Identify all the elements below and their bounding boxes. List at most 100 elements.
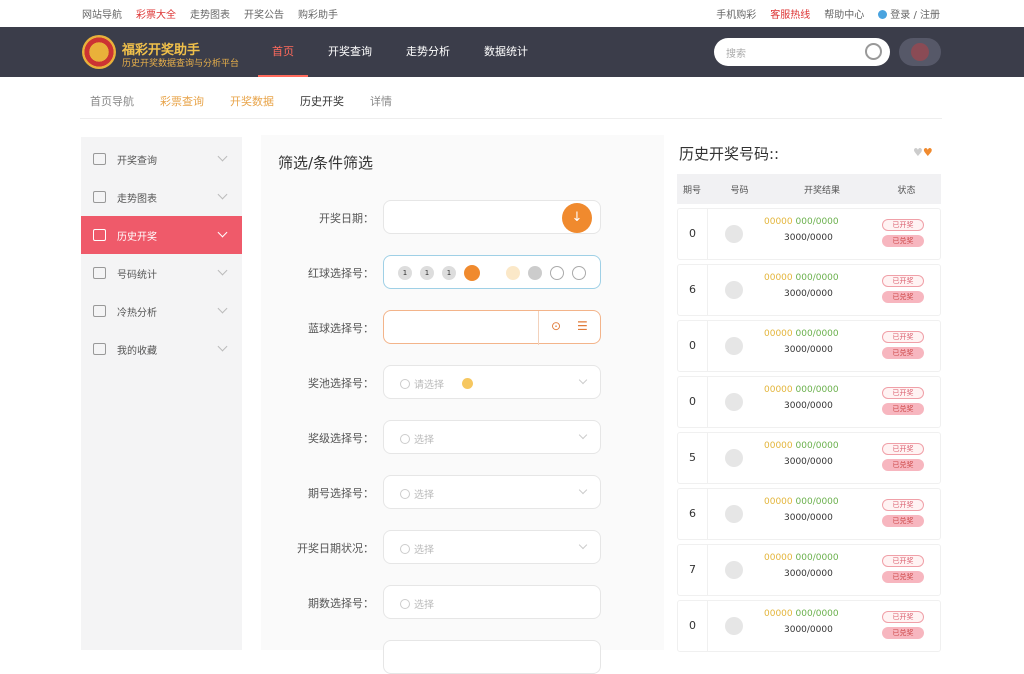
- favorite-icons[interactable]: ♥♥: [913, 146, 933, 159]
- ball-option[interactable]: [572, 266, 586, 280]
- radio-icon: [400, 379, 410, 389]
- status-dot: [462, 378, 473, 389]
- row-numbers: 00000 000/0000: [764, 329, 839, 339]
- issue-select[interactable]: 选择: [383, 475, 601, 509]
- chevron-down-icon: [217, 227, 228, 238]
- status-badge: 已兑奖: [882, 347, 924, 359]
- field-label: 期号选择号：: [308, 487, 374, 500]
- ball-option[interactable]: [550, 266, 564, 280]
- sidebar-item-2[interactable]: 历史开奖: [81, 216, 242, 254]
- column-header: 号码: [730, 185, 749, 196]
- topbar-link-4[interactable]: 购彩助手: [298, 6, 338, 21]
- topbar-right-2[interactable]: 帮助中心: [824, 6, 864, 21]
- table-row[interactable]: 6 00000 000/0000 3000/0000 已开奖 已兑奖: [677, 264, 941, 316]
- field-label: 开奖日期状况：: [297, 542, 374, 555]
- status-select[interactable]: 选择: [383, 530, 601, 564]
- level-select[interactable]: 选择: [383, 420, 601, 454]
- sidebar-item-3[interactable]: 号码统计: [81, 254, 242, 292]
- status-badge: 已兑奖: [882, 459, 924, 471]
- ball-option-selected[interactable]: [464, 265, 480, 281]
- table-row[interactable]: 0 00000 000/0000 3000/0000 已开奖 已兑奖: [677, 208, 941, 260]
- ball-option[interactable]: 1: [398, 266, 412, 280]
- calendar-icon[interactable]: ↓: [562, 203, 592, 233]
- sidebar-item-label: 号码统计: [117, 269, 157, 281]
- pool-select[interactable]: 请选择: [383, 365, 601, 399]
- row-result: 3000/0000: [784, 513, 833, 523]
- breadcrumb-item-3[interactable]: 历史开奖: [300, 93, 344, 109]
- table-row[interactable]: 0 00000 000/0000 3000/0000 已开奖 已兑奖: [677, 376, 941, 428]
- table-row[interactable]: 5 00000 000/0000 3000/0000 已开奖 已兑奖: [677, 432, 941, 484]
- radio-icon: [400, 434, 410, 444]
- search-icon[interactable]: [865, 43, 882, 60]
- sidebar-item-5[interactable]: 我的收藏: [81, 330, 242, 368]
- list-icon: [93, 191, 106, 203]
- history-table: 期号 号码 开奖结果 状态 0 00000 000/0000 3000/0000 已开…: [677, 174, 941, 652]
- ball-option[interactable]: 1: [442, 266, 456, 280]
- table-row[interactable]: 0 00000 000/0000 3000/0000 已开奖 已兑奖: [677, 600, 941, 652]
- topbar-link-0[interactable]: 网站导航: [82, 6, 122, 21]
- field-row-pool: 奖池选择号： 请选择: [261, 365, 664, 399]
- table-row[interactable]: 0 00000 000/0000 3000/0000 已开奖 已兑奖: [677, 320, 941, 372]
- brand-logo[interactable]: [82, 35, 116, 69]
- folder-icon: [93, 343, 106, 355]
- row-result: 3000/0000: [784, 233, 833, 243]
- main-nav: 首页 开奖查询 走势分析 数据统计: [258, 27, 548, 77]
- login-link[interactable]: 登录 / 注册: [890, 10, 940, 21]
- red-ball-picker[interactable]: 1 1 1: [383, 255, 601, 289]
- status-badge: 已兑奖: [882, 291, 924, 303]
- user-avatar[interactable]: [899, 38, 941, 66]
- sidebar-item-0[interactable]: 开奖查询: [81, 140, 242, 178]
- column-header: 开奖结果: [803, 185, 840, 196]
- breadcrumb-item-4[interactable]: 详情: [370, 93, 392, 109]
- blue-ball-field[interactable]: ⊙ ☰: [383, 310, 601, 345]
- breadcrumb-item-0[interactable]: 首页导航: [90, 93, 134, 109]
- sidebar-item-1[interactable]: 走势图表: [81, 178, 242, 216]
- date-field[interactable]: ↓: [383, 200, 601, 234]
- chevron-down-icon: [217, 189, 228, 200]
- field-label: 奖级选择号：: [308, 432, 374, 445]
- table-row[interactable]: 6 00000 000/0000 3000/0000 已开奖 已兑奖: [677, 488, 941, 540]
- nav-item-query[interactable]: 开奖查询: [314, 27, 386, 77]
- field-actions: ⊙ ☰: [538, 311, 600, 345]
- number-green: 000/0000: [795, 553, 839, 563]
- radio-icon: [400, 599, 410, 609]
- topbar-link-3[interactable]: 开奖公告: [244, 6, 284, 21]
- nav-item-stats[interactable]: 数据统计: [470, 27, 542, 77]
- row-numbers: 00000 000/0000: [764, 441, 839, 451]
- chevron-down-icon: [578, 375, 588, 385]
- number-green: 000/0000: [795, 329, 839, 339]
- row-result: 3000/0000: [784, 569, 833, 579]
- row-result: 3000/0000: [784, 401, 833, 411]
- sidebar-item-4[interactable]: 冷热分析: [81, 292, 242, 330]
- heart-icon[interactable]: ♥: [913, 146, 923, 159]
- sidebar-item-label: 历史开奖: [117, 231, 157, 243]
- filter-icon[interactable]: ☰: [577, 319, 588, 333]
- topbar-link-1[interactable]: 彩票大全: [136, 6, 176, 21]
- nav-item-trend[interactable]: 走势分析: [392, 27, 464, 77]
- search-input[interactable]: 搜索: [714, 38, 890, 66]
- topbar-right-0[interactable]: 手机购彩: [716, 6, 756, 21]
- row-number: 6: [678, 489, 708, 539]
- column-header: 期号: [682, 185, 701, 196]
- field-label: 开奖日期：: [319, 212, 374, 225]
- chevron-down-icon: [217, 341, 228, 352]
- topbar-link-2[interactable]: 走势图表: [190, 6, 230, 21]
- count-select[interactable]: 选择: [383, 585, 601, 619]
- breadcrumb-item-1[interactable]: 彩票查询: [160, 93, 204, 109]
- nav-item-home[interactable]: 首页: [258, 27, 308, 77]
- topbar-right-3[interactable]: 登录 / 注册: [878, 6, 940, 21]
- table-row[interactable]: 7 00000 000/0000 3000/0000 已开奖 已兑奖: [677, 544, 941, 596]
- ball-option[interactable]: 1: [420, 266, 434, 280]
- topbar-right-1[interactable]: 客服热线: [770, 6, 810, 21]
- chevron-down-icon: [578, 540, 588, 550]
- number-yellow: 00000: [764, 497, 793, 507]
- row-numbers: 00000 000/0000: [764, 217, 839, 227]
- ball-option[interactable]: [528, 266, 542, 280]
- heart-icon[interactable]: ♥: [923, 146, 933, 159]
- ball-option[interactable]: [506, 266, 520, 280]
- time-icon[interactable]: ⊙: [551, 319, 561, 333]
- status-badge: 已开奖: [882, 611, 924, 623]
- extra-field[interactable]: [383, 640, 601, 674]
- breadcrumb-item-2[interactable]: 开奖数据: [230, 93, 274, 109]
- placeholder: 选择: [414, 600, 434, 611]
